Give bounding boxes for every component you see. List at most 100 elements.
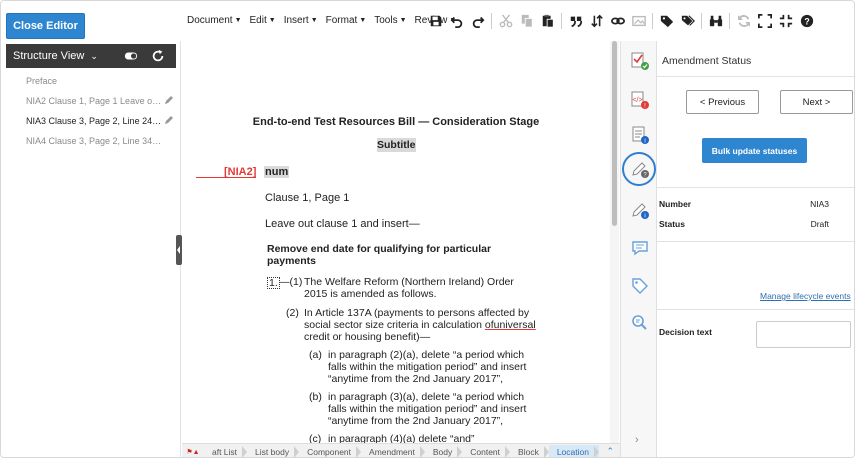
breadcrumb-item-active[interactable]: Location [548,444,600,457]
menu-tools-label: Tools [374,15,398,26]
sort-icon[interactable] [588,12,605,30]
pencil-icon[interactable] [164,115,174,125]
paste-icon[interactable] [539,12,556,30]
menu-edit[interactable]: Edit ▼ [250,15,276,26]
pencil-icon[interactable] [164,95,174,105]
structure-item-nia3[interactable]: NIA3 Clause 3, Page 2, Line 24 Leave out [1,111,181,131]
amendment-status-icon[interactable]: ? [629,158,651,180]
paragraph-b-line3: “anytime from the 2nd January 2017”, [328,415,504,427]
toolbar-divider [561,13,562,29]
breadcrumb-item[interactable]: Amendment [361,445,425,457]
caret-down-icon: ▼ [268,17,276,24]
chevron-right-icon[interactable]: › [635,434,639,446]
breadcrumb-item[interactable]: List body [247,445,300,457]
subsection-2-line2-text: social sector size criteria in calculati… [304,319,485,331]
menu-document[interactable]: Document ▼ [187,15,242,26]
subsection-2-line3: credit or housing benefit)— [304,331,431,343]
structure-item-preface[interactable]: Preface [1,71,181,91]
cut-icon[interactable] [497,12,514,30]
toolbar-divider [729,13,730,29]
double-chevron-up-icon[interactable]: ⌃ [606,446,614,457]
refresh-icon[interactable] [151,49,165,63]
breadcrumb-item[interactable]: Component [299,445,361,457]
flag-icon[interactable]: ⚑▲ [182,446,204,458]
menu-format[interactable]: Format ▼ [326,15,367,26]
edit-info-icon[interactable]: i [629,199,651,221]
clause-heading-line1: Remove end date for qualifying for parti… [267,243,492,255]
menu-format-label: Format [325,15,358,26]
track-changes-icon[interactable] [629,50,651,72]
section-number-box[interactable]: 1. [267,277,280,289]
structure-item-nia4[interactable]: NIA4 Clause 3, Page 2, Line 34 Leave out [1,131,181,151]
number-row: Number NIA3 [659,199,829,209]
refresh-icon[interactable] [735,12,752,30]
tags-icon[interactable] [679,12,696,30]
collapse-icon[interactable] [777,12,794,30]
structure-item-label: NIA3 Clause 3, Page 2, Line 24 Leave out [26,116,163,126]
decision-text-field[interactable] [756,321,851,348]
tag-icon[interactable] [658,12,675,30]
breadcrumb-item[interactable]: Body [425,445,463,457]
structure-item-label: NIA4 Clause 3, Page 2, Line 34 Leave out [26,136,163,146]
undo-icon[interactable] [448,12,465,30]
subsection-2-line1: In Article 137A (payments to persons aff… [304,307,530,319]
toggle-icon[interactable] [124,49,138,63]
chevron-down-icon[interactable]: ⌄ [90,51,98,62]
previous-button[interactable]: < Previous [686,90,759,114]
expand-icon[interactable] [756,12,773,30]
structure-item-nia2[interactable]: NIA2 Clause 1, Page 1 Leave out clause 1… [1,91,181,111]
close-editor-button[interactable]: Close Editor [6,13,85,39]
section-number: 1. [267,277,280,290]
tag-error-icon[interactable]: </>! [629,89,651,111]
document-scroll-thumb[interactable] [612,41,617,226]
breadcrumb: ⚑▲ aft List List body Component Amendmen… [182,443,620,458]
next-button[interactable]: Next > [780,90,853,114]
image-icon[interactable] [630,12,647,30]
svg-text:</>: </> [632,97,642,104]
toolbar-divider [652,13,653,29]
status-row: Status Draft [659,219,829,229]
manage-lifecycle-events-link[interactable]: Manage lifecycle events [760,291,851,301]
toolbar-divider [491,13,492,29]
help-icon[interactable]: ? [798,12,815,30]
breadcrumb-item[interactable]: Block [510,445,549,457]
document-canvas[interactable]: End-to-end Test Resources Bill — Conside… [182,41,620,443]
tag-icon[interactable] [629,275,651,297]
num-field[interactable]: num [264,166,290,178]
menu-insert[interactable]: Insert ▼ [284,15,318,26]
binoculars-icon[interactable] [707,12,724,30]
copy-icon[interactable] [518,12,535,30]
breadcrumb-item[interactable]: aft List [204,445,248,457]
quote-icon[interactable] [567,12,584,30]
svg-text:i: i [644,139,645,145]
comment-icon[interactable] [629,237,651,259]
spelling-error[interactable]: ofuniversal [485,319,536,331]
document-info-icon[interactable]: i [629,124,651,146]
paragraph-a-line3: “anytime from the 2nd January 2017”, [328,373,504,385]
bulk-update-statuses-button[interactable]: Bulk update statuses [702,138,807,163]
document-title: End-to-end Test Resources Bill — Conside… [252,116,540,128]
menu-tools[interactable]: Tools ▼ [374,15,406,26]
link-icon[interactable] [609,12,626,30]
clause-reference: Clause 1, Page 1 [265,192,350,204]
subsection-1-line2: 2015 is amended as follows. [304,288,437,300]
tool-icons: ? [427,11,819,31]
amendment-tag[interactable]: [NIA2] [224,166,256,178]
panel-divider [657,187,854,188]
redo-icon[interactable] [469,12,486,30]
svg-text:i: i [644,214,645,220]
paragraph-c-line1: in paragraph (4)(a) delete “and” [328,433,475,443]
amendment-status-panel: Amendment Status < Previous Next > Bulk … [657,41,854,457]
top-toolbar: Close Editor Document ▼ Edit ▼ Insert ▼ For… [1,1,854,41]
structure-item-label: NIA2 Clause 1, Page 1 Leave out clause 1… [26,96,163,106]
subsection-1-number: —(1) [279,276,303,288]
number-label: Number [659,199,692,209]
paragraph-a-number: (a) [309,349,322,361]
search-info-icon[interactable] [629,312,651,334]
panel-divider [657,309,854,310]
breadcrumb-item[interactable]: Content [462,445,510,457]
status-value: Draft [810,219,829,229]
paragraph-a-line2: falls within the mitigation period” and … [328,361,527,373]
save-icon[interactable] [427,12,444,30]
structure-view-header[interactable]: Structure View ⌄ [6,44,176,68]
